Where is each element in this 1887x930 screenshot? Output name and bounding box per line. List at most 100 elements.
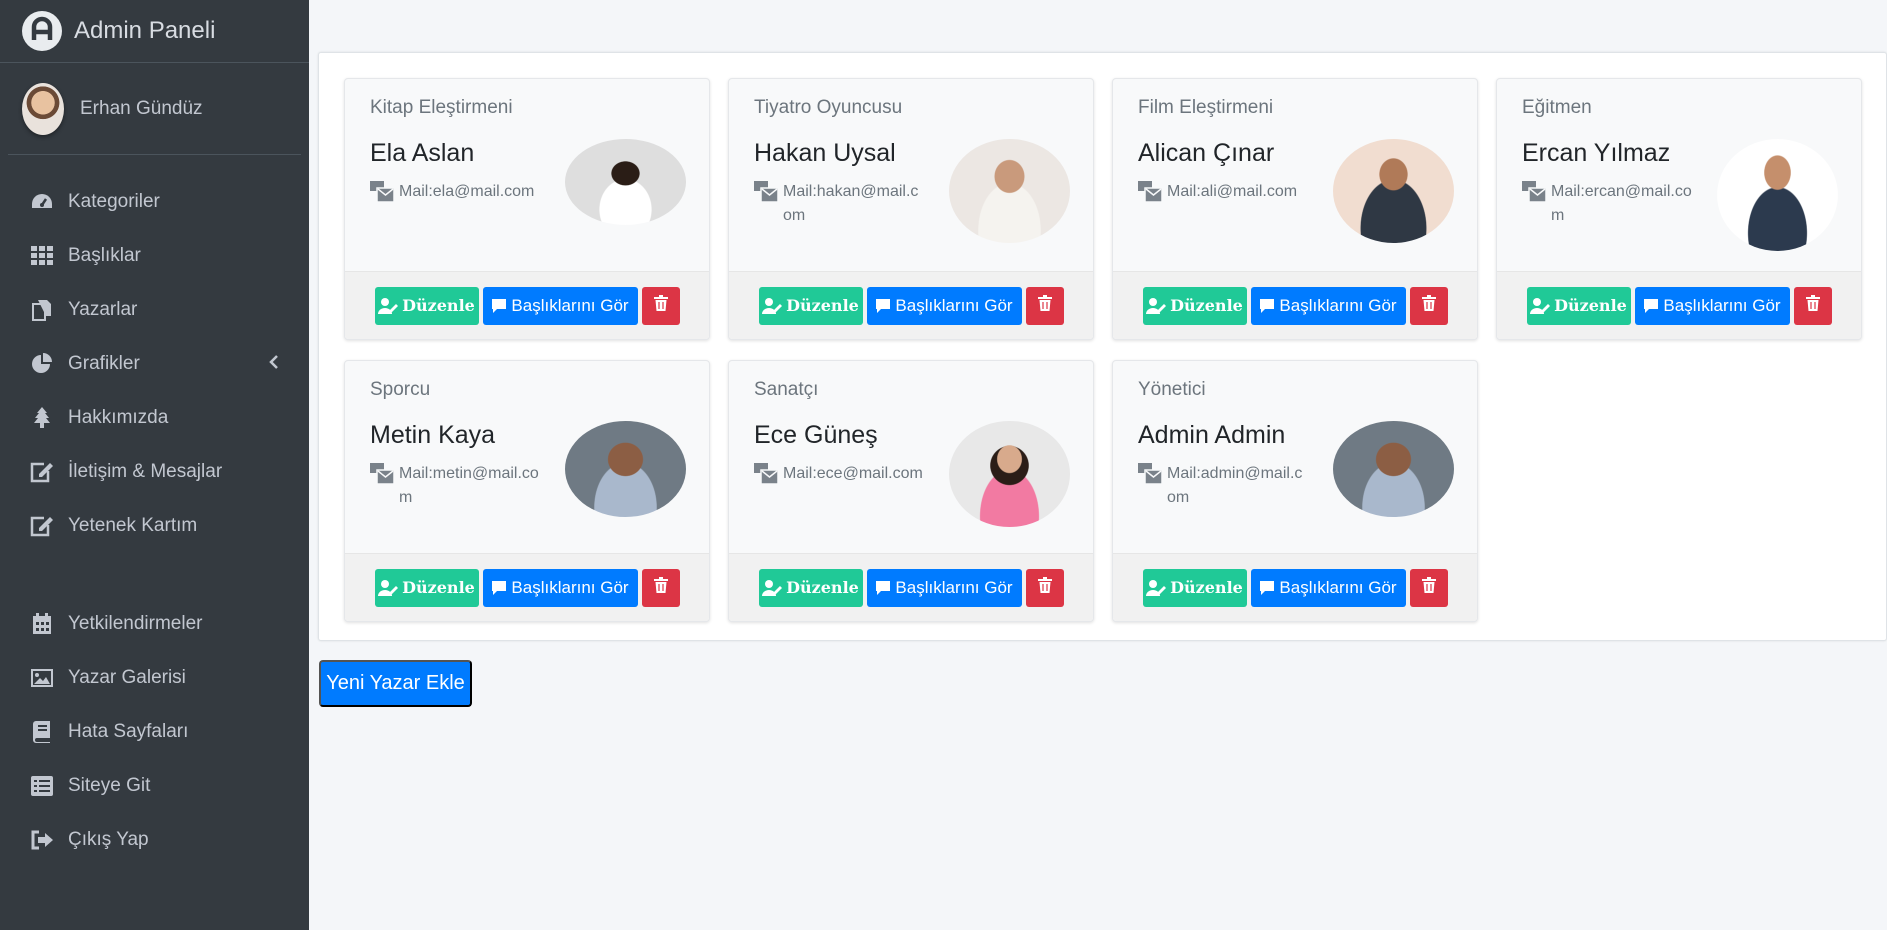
- mail-bulk-icon: [754, 181, 779, 203]
- view-topics-button[interactable]: Başlıklarını Gör: [866, 286, 1022, 325]
- delete-button[interactable]: [1025, 568, 1064, 607]
- edit-button[interactable]: Düzenle: [1526, 286, 1631, 325]
- user-panel[interactable]: Erhan Gündüz: [8, 63, 301, 155]
- writer-mail: Mail:ela@mail.com: [370, 180, 540, 204]
- sidebar-item-yetenek-kartim[interactable]: Yetenek Kartım: [0, 499, 309, 553]
- delete-button[interactable]: [1025, 286, 1064, 325]
- copy-icon: [30, 299, 54, 321]
- writer-name: Hakan Uysal: [754, 139, 896, 167]
- sidebar-item-iletisim[interactable]: İletişim & Mesajlar: [0, 445, 309, 499]
- view-topics-button[interactable]: Başlıklarını Gör: [1634, 286, 1790, 325]
- card-actions: Düzenle Başlıklarını Gör: [729, 553, 1093, 621]
- card-actions: Düzenle Başlıklarını Gör: [345, 553, 709, 621]
- trash-icon: [1421, 295, 1436, 316]
- brand-logo-icon: [22, 11, 62, 51]
- avatar: [22, 82, 64, 135]
- sidebar: Admin Paneli Erhan Gündüz Kategoriler Ba…: [0, 0, 309, 930]
- chevron-left-icon: [269, 353, 279, 375]
- sidebar-nav: Kategoriler Başlıklar Yazarlar Grafikler: [0, 155, 309, 867]
- writer-photo: [1333, 139, 1454, 243]
- sidebar-item-label: Siteye Git: [68, 775, 151, 796]
- trash-icon: [1421, 577, 1436, 598]
- edit-button[interactable]: Düzenle: [374, 568, 479, 607]
- sidebar-item-label: Yazar Galerisi: [68, 667, 186, 688]
- brand-link[interactable]: Admin Paneli: [0, 0, 309, 63]
- trash-icon: [1037, 577, 1052, 598]
- add-writer-button[interactable]: Yeni Yazar Ekle: [319, 660, 472, 707]
- sidebar-item-label: Hakkımızda: [68, 407, 169, 428]
- edit-button[interactable]: Düzenle: [1142, 286, 1247, 325]
- card-actions: Düzenle Başlıklarını Gör: [345, 271, 709, 339]
- delete-button[interactable]: [641, 286, 680, 325]
- delete-button[interactable]: [1793, 286, 1832, 325]
- writer-name: Ece Güneş: [754, 421, 878, 449]
- writer-card: Yönetici Admin Admin Mail:admin@mail.com…: [1112, 360, 1478, 622]
- writer-card: Film Eleştirmeni Alican Çınar Mail:ali@m…: [1112, 78, 1478, 340]
- edit-button[interactable]: Düzenle: [758, 286, 863, 325]
- sidebar-item-label: İletişim & Mesajlar: [68, 461, 223, 482]
- user-name: Erhan Gündüz: [80, 97, 203, 119]
- trash-icon: [653, 577, 668, 598]
- delete-button[interactable]: [1409, 568, 1448, 607]
- writer-mail: Mail:metin@mail.com: [370, 462, 540, 510]
- sidebar-item-label: Yazarlar: [68, 299, 138, 320]
- writer-name: Admin Admin: [1138, 421, 1286, 449]
- comment-icon: [1259, 580, 1275, 596]
- sidebar-item-cikis-yap[interactable]: Çıkış Yap: [0, 813, 309, 867]
- sidebar-item-hakkimizda[interactable]: Hakkımızda: [0, 391, 309, 445]
- writer-photo: [565, 421, 686, 517]
- writer-role: Eğitmen: [1522, 97, 1592, 118]
- sidebar-item-yazarlar[interactable]: Yazarlar: [0, 283, 309, 337]
- writer-card: Tiyatro Oyuncusu Hakan Uysal Mail:hakan@…: [728, 78, 1094, 340]
- writer-name: Ela Aslan: [370, 139, 475, 167]
- edit-icon: [30, 515, 54, 537]
- sidebar-item-hata-sayfalari[interactable]: Hata Sayfaları: [0, 705, 309, 759]
- trash-icon: [1037, 295, 1052, 316]
- image-icon: [30, 667, 54, 689]
- tree-icon: [30, 407, 54, 429]
- view-topics-button[interactable]: Başlıklarını Gör: [1250, 286, 1406, 325]
- writer-role: Yönetici: [1138, 379, 1206, 400]
- delete-button[interactable]: [641, 568, 680, 607]
- mail-bulk-icon: [1138, 181, 1163, 203]
- writers-card: Kitap Eleştirmeni Ela Aslan Mail:ela@mai…: [318, 52, 1887, 641]
- user-edit-icon: [1530, 297, 1551, 314]
- mail-bulk-icon: [370, 181, 395, 203]
- sidebar-item-yazar-galerisi[interactable]: Yazar Galerisi: [0, 651, 309, 705]
- edit-button[interactable]: Düzenle: [758, 568, 863, 607]
- sign-out-icon: [30, 829, 54, 851]
- view-topics-button[interactable]: Başlıklarını Gör: [866, 568, 1022, 607]
- card-actions: Düzenle Başlıklarını Gör: [729, 271, 1093, 339]
- writer-photo: [565, 139, 686, 225]
- sidebar-item-grafikler[interactable]: Grafikler: [0, 337, 309, 391]
- calendar-icon: [30, 613, 54, 635]
- writer-role: Sanatçı: [754, 379, 819, 400]
- writer-name: Metin Kaya: [370, 421, 496, 449]
- edit-button[interactable]: Düzenle: [1142, 568, 1247, 607]
- writer-role: Tiyatro Oyuncusu: [754, 97, 903, 118]
- edit-icon: [30, 461, 54, 483]
- mail-bulk-icon: [370, 463, 395, 485]
- tachometer-icon: [30, 191, 54, 213]
- writer-role: Film Eleştirmeni: [1138, 97, 1274, 118]
- edit-button[interactable]: Düzenle: [374, 286, 479, 325]
- view-topics-button[interactable]: Başlıklarını Gör: [1250, 568, 1406, 607]
- sidebar-item-basliklar[interactable]: Başlıklar: [0, 229, 309, 283]
- sidebar-item-kategoriler[interactable]: Kategoriler: [0, 175, 309, 229]
- view-topics-button[interactable]: Başlıklarını Gör: [482, 568, 638, 607]
- user-edit-icon: [1146, 297, 1167, 314]
- sidebar-item-yetkilendirmeler[interactable]: Yetkilendirmeler: [0, 597, 309, 651]
- user-edit-icon: [1146, 579, 1167, 596]
- user-edit-icon: [762, 579, 783, 596]
- comment-icon: [491, 580, 507, 596]
- view-topics-button[interactable]: Başlıklarını Gör: [482, 286, 638, 325]
- book-icon: [30, 721, 54, 743]
- writer-photo: [1717, 139, 1838, 251]
- writer-card: Sporcu Metin Kaya Mail:metin@mail.com Dü…: [344, 360, 710, 622]
- delete-button[interactable]: [1409, 286, 1448, 325]
- sidebar-item-siteye-git[interactable]: Siteye Git: [0, 759, 309, 813]
- writer-photo: [949, 139, 1070, 243]
- brand-title: Admin Paneli: [74, 17, 216, 44]
- writer-card: Sanatçı Ece Güneş Mail:ece@mail.com Düze…: [728, 360, 1094, 622]
- nav-spacer: [0, 553, 309, 597]
